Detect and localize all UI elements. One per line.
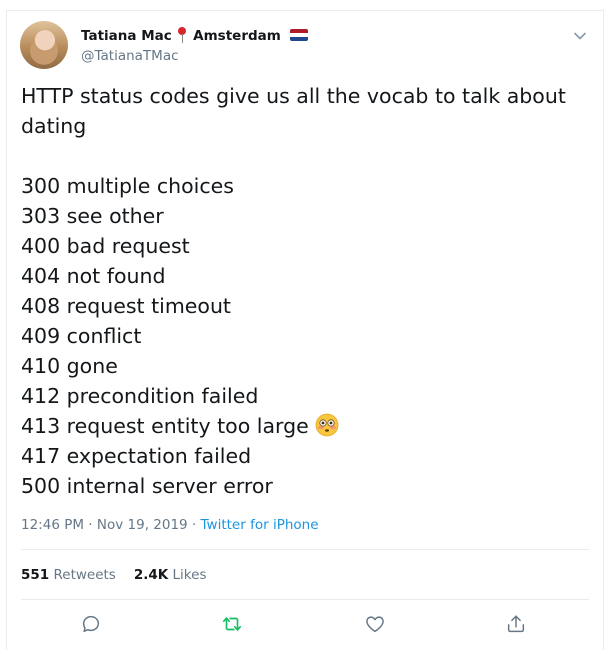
status-code-text: 409 conflict bbox=[21, 324, 142, 348]
status-code-text: 300 multiple choices bbox=[21, 174, 234, 198]
status-code-item: 408 request timeout bbox=[21, 291, 339, 321]
tweet-card: Tatiana Mac Amsterdam @TatianaTMac HTTP … bbox=[6, 10, 604, 650]
tweet-actions bbox=[7, 611, 605, 641]
status-code-text: 408 request timeout bbox=[21, 294, 231, 318]
status-code-text: 417 expectation failed bbox=[21, 444, 252, 468]
heart-icon[interactable] bbox=[364, 613, 386, 635]
chevron-down-icon[interactable] bbox=[573, 29, 587, 43]
author-name[interactable]: Tatiana Mac bbox=[81, 28, 172, 44]
status-code-item: 400 bad request bbox=[21, 231, 339, 261]
status-code-item: 410 gone bbox=[21, 351, 339, 381]
tweet-text-line: dating bbox=[21, 114, 87, 138]
tweet-stats: 551 Retweets 2.4K Likes bbox=[21, 567, 206, 583]
status-code-item: 500 internal server error bbox=[21, 471, 339, 501]
divider bbox=[21, 549, 589, 550]
tweet-time[interactable]: 12:46 PM bbox=[21, 517, 84, 533]
netherlands-flag-icon bbox=[289, 29, 308, 41]
status-code-item: 413 request entity too large bbox=[21, 411, 339, 441]
tweet-text-intro: HTTP status codes give us all the vocab … bbox=[21, 81, 591, 141]
status-code-text: 303 see other bbox=[21, 204, 164, 228]
status-code-text: 404 not found bbox=[21, 264, 166, 288]
status-code-item: 417 expectation failed bbox=[21, 441, 339, 471]
status-code-item: 412 precondition failed bbox=[21, 381, 339, 411]
status-code-item: 404 not found bbox=[21, 261, 339, 291]
status-code-text: 412 precondition failed bbox=[21, 384, 259, 408]
retweets-stat[interactable]: 551 Retweets bbox=[21, 567, 116, 583]
meta-separator: · bbox=[191, 517, 197, 533]
retweets-label: Retweets bbox=[53, 567, 116, 583]
retweet-icon[interactable] bbox=[221, 613, 243, 635]
meta-separator: · bbox=[88, 517, 93, 533]
status-code-text: 500 internal server error bbox=[21, 474, 273, 498]
author-location: Amsterdam bbox=[193, 28, 281, 44]
retweets-count: 551 bbox=[21, 567, 50, 583]
likes-stat[interactable]: 2.4K Likes bbox=[134, 567, 207, 583]
likes-label: Likes bbox=[172, 567, 207, 583]
tweet-text-line: HTTP status codes give us all the vocab … bbox=[21, 84, 566, 108]
share-icon[interactable] bbox=[505, 613, 527, 635]
divider bbox=[21, 599, 589, 600]
flushed-face-icon bbox=[315, 413, 339, 437]
author-line[interactable]: Tatiana Mac Amsterdam bbox=[81, 27, 308, 44]
tweet-source-link[interactable]: Twitter for iPhone bbox=[201, 517, 319, 533]
status-code-item: 303 see other bbox=[21, 201, 339, 231]
round-pushpin-icon bbox=[177, 27, 187, 43]
status-code-item: 409 conflict bbox=[21, 321, 339, 351]
speech-bubble-icon[interactable] bbox=[80, 613, 102, 635]
status-code-text: 413 request entity too large bbox=[21, 414, 309, 438]
tweet-timestamp: 12:46 PM · Nov 19, 2019 · Twitter for iP… bbox=[21, 517, 319, 533]
likes-count: 2.4K bbox=[133, 567, 169, 583]
status-code-list: 300 multiple choices 303 see other 400 b… bbox=[21, 171, 339, 501]
tweet-date[interactable]: Nov 19, 2019 bbox=[97, 517, 188, 533]
status-code-text: 410 gone bbox=[21, 354, 118, 378]
author-handle[interactable]: @TatianaTMac bbox=[81, 48, 179, 64]
avatar[interactable] bbox=[20, 21, 68, 69]
status-code-text: 400 bad request bbox=[21, 234, 190, 258]
status-code-item: 300 multiple choices bbox=[21, 171, 339, 201]
